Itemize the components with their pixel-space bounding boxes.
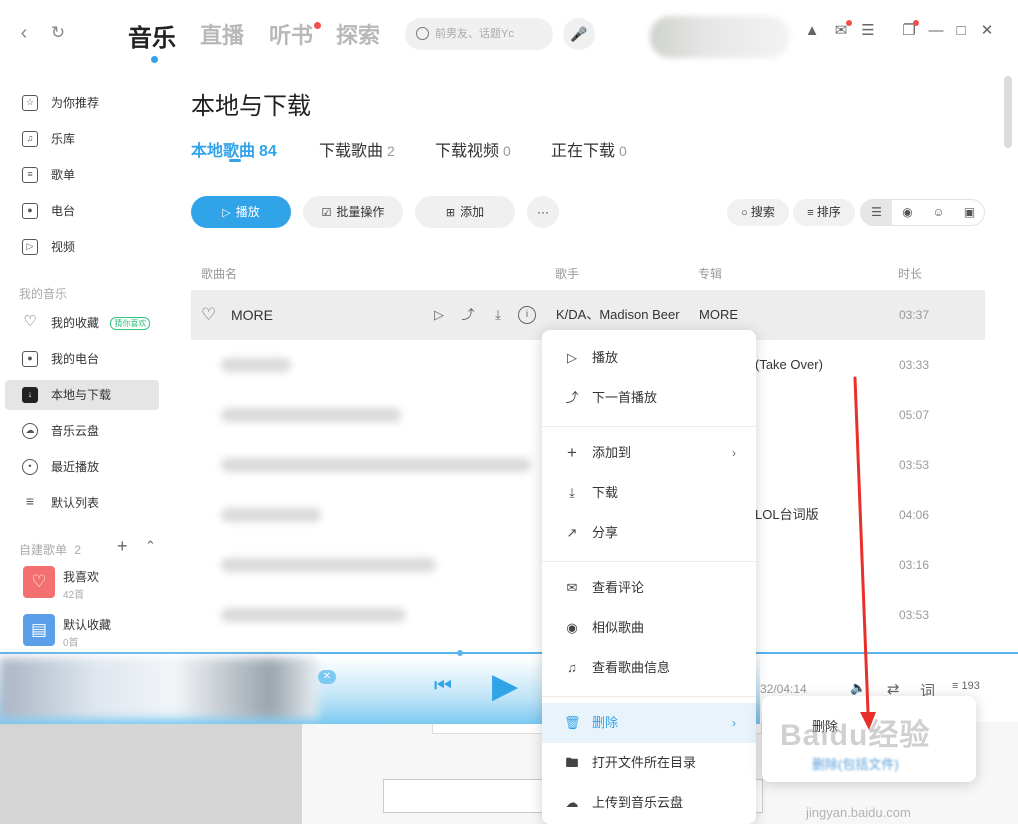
red-arrow-annotation bbox=[853, 376, 876, 730]
baidu-watermark-logo: Baidu经验 bbox=[780, 719, 931, 752]
baidu-watermark-url: jingyan.baidu.com bbox=[806, 805, 911, 820]
